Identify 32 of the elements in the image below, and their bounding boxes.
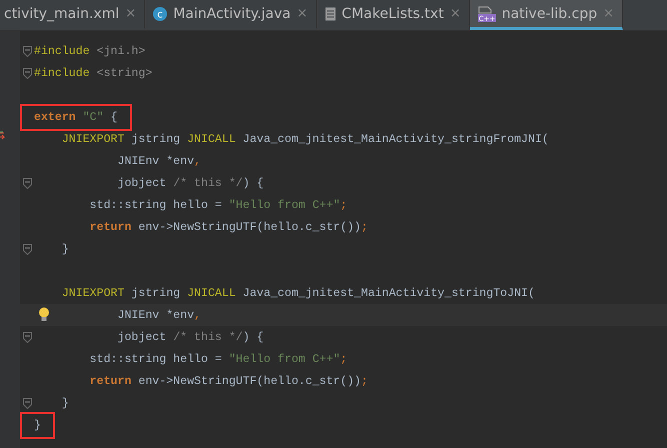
code-line: } — [62, 242, 69, 256]
fold-marker-icon — [22, 46, 32, 56]
close-icon[interactable]: × — [296, 6, 308, 21]
fold-marker-icon — [22, 332, 32, 342]
fold-marker-icon — [22, 244, 32, 254]
fold-marker-icon — [22, 178, 32, 188]
code-line: } — [62, 396, 69, 410]
code-line: extern "C" { — [22, 106, 130, 128]
editor-tab[interactable]: CMakeLists.txt × — [316, 0, 470, 30]
code-line: jobject /* this */) { — [118, 330, 264, 344]
implementation-arrow-icon — [0, 131, 7, 141]
editor-tab[interactable]: c MainActivity.java × — [145, 0, 317, 30]
close-icon[interactable]: × — [125, 6, 136, 21]
code-line: return env->NewStringUTF(hello.c_str()); — [90, 220, 368, 234]
code-line: std::string hello = "Hello from C++"; — [90, 352, 348, 366]
editor-tab[interactable]: ctivity_main.xml × — [0, 0, 146, 30]
code-line: return env->NewStringUTF(hello.c_str()); — [90, 374, 368, 388]
lightbulb-icon[interactable] — [38, 307, 50, 322]
code-line: JNIEXPORT jstring JNICALL Java_com_jnitest_MainActivity_stringFromJNI( — [62, 132, 549, 146]
fold-marker-icon — [22, 398, 32, 408]
code-line: JNIEXPORT jstring JNICALL Java_com_jnitest_MainActivity_stringToJNI( — [62, 286, 535, 300]
file-icon — [324, 6, 336, 20]
code-line: #include <jni.h> — [34, 44, 146, 58]
fold-marker-icon — [22, 68, 32, 78]
code-line: #include <string> — [34, 66, 152, 80]
class-icon: c — [153, 6, 168, 20]
code-line: } — [22, 414, 53, 436]
close-icon[interactable]: × — [450, 6, 461, 21]
code-line: JNIEnv *env, — [118, 154, 202, 168]
code-line: std::string hello = "Hello from C++"; — [90, 198, 348, 212]
code-line: jobject /* this */) { — [118, 176, 264, 190]
code-line: JNIEnv *env, — [118, 308, 202, 322]
